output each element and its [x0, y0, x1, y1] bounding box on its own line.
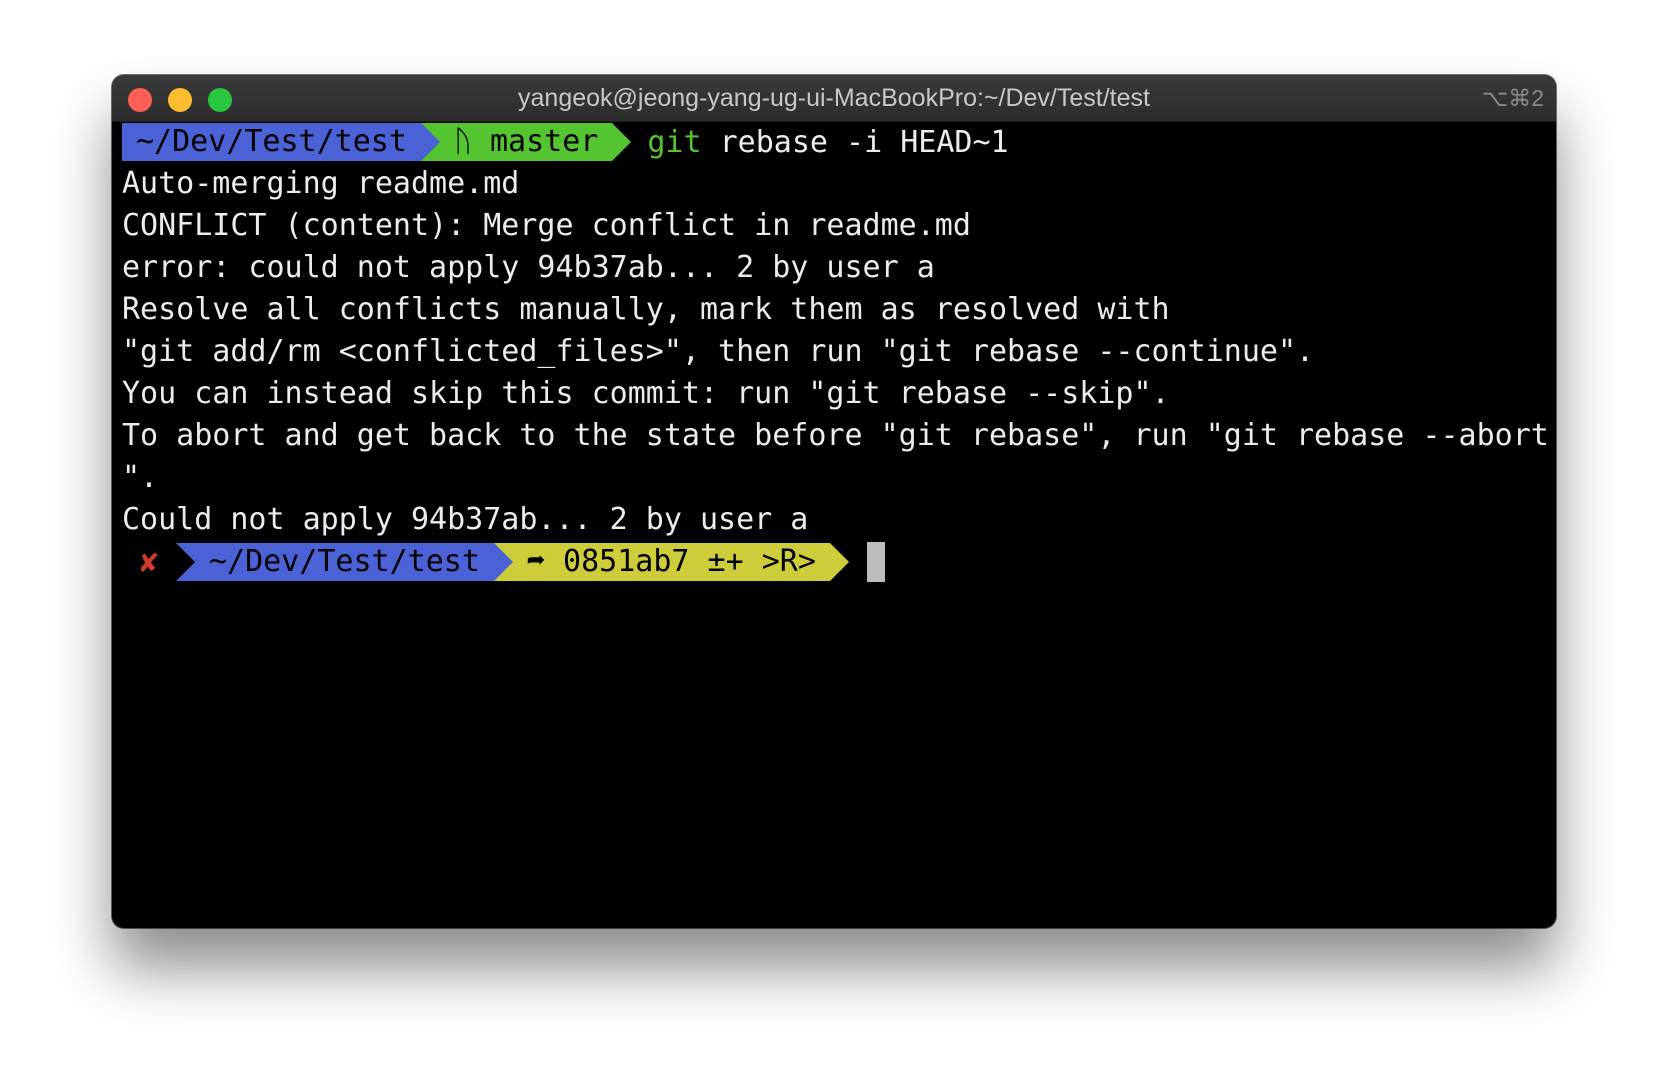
output-line: Could not apply 94b37ab... 2 by user a [122, 502, 809, 537]
branch-name: master [490, 124, 599, 159]
window-title: yangeok@jeong-yang-ug-ui-MacBookPro:~/De… [518, 84, 1150, 112]
prompt-path-segment: ~/Dev/Test/test [195, 543, 494, 581]
command-args: rebase -i HEAD~1 [701, 124, 1009, 160]
output-line: Resolve all conflicts manually, mark the… [122, 292, 1170, 327]
prompt-path-segment: ~/Dev/Test/test [122, 123, 421, 161]
output-line: "git add/rm <conflicted_files>", then ru… [122, 334, 1315, 369]
output-line: CONFLICT (content): Merge conflict in re… [122, 208, 971, 243]
powerline-separator [612, 123, 632, 161]
title-bar[interactable]: yangeok@jeong-yang-ug-ui-MacBookPro:~/De… [112, 75, 1556, 122]
prompt-line-1: ~/Dev/Test/test ᚢ master git rebase -i H… [122, 121, 1556, 163]
output-line: error: could not apply 94b37ab... 2 by u… [122, 250, 935, 285]
prompt-branch-segment: ᚢ master [439, 123, 613, 161]
powerline-separator [420, 123, 440, 161]
terminal-window: yangeok@jeong-yang-ug-ui-MacBookPro:~/De… [112, 75, 1556, 928]
powerline-separator [176, 543, 195, 581]
prompt-git-status-segment: ➦ 0851ab7 ±+ >R> [512, 543, 830, 581]
window-shortcut: ⌥⌘2 [1481, 85, 1544, 111]
command-name: git [647, 124, 702, 160]
output-line: To abort and get back to the state befor… [122, 418, 1549, 453]
output-line: You can instead skip this commit: run "g… [122, 376, 1170, 411]
branch-icon: ᚢ [453, 124, 472, 159]
output-line: ". [122, 460, 159, 495]
output-line: Auto-merging readme.md [122, 166, 520, 201]
powerline-separator [493, 543, 513, 581]
terminal-content[interactable]: ~/Dev/Test/test ᚢ master git rebase -i H… [122, 121, 1556, 928]
text-cursor[interactable] [866, 542, 885, 582]
error-status-icon: ✘ [139, 544, 159, 580]
prompt-line-2: ✘ ~/Dev/Test/test ➦ 0851ab7 ±+ >R> [122, 541, 1556, 583]
powerline-separator [829, 543, 849, 581]
